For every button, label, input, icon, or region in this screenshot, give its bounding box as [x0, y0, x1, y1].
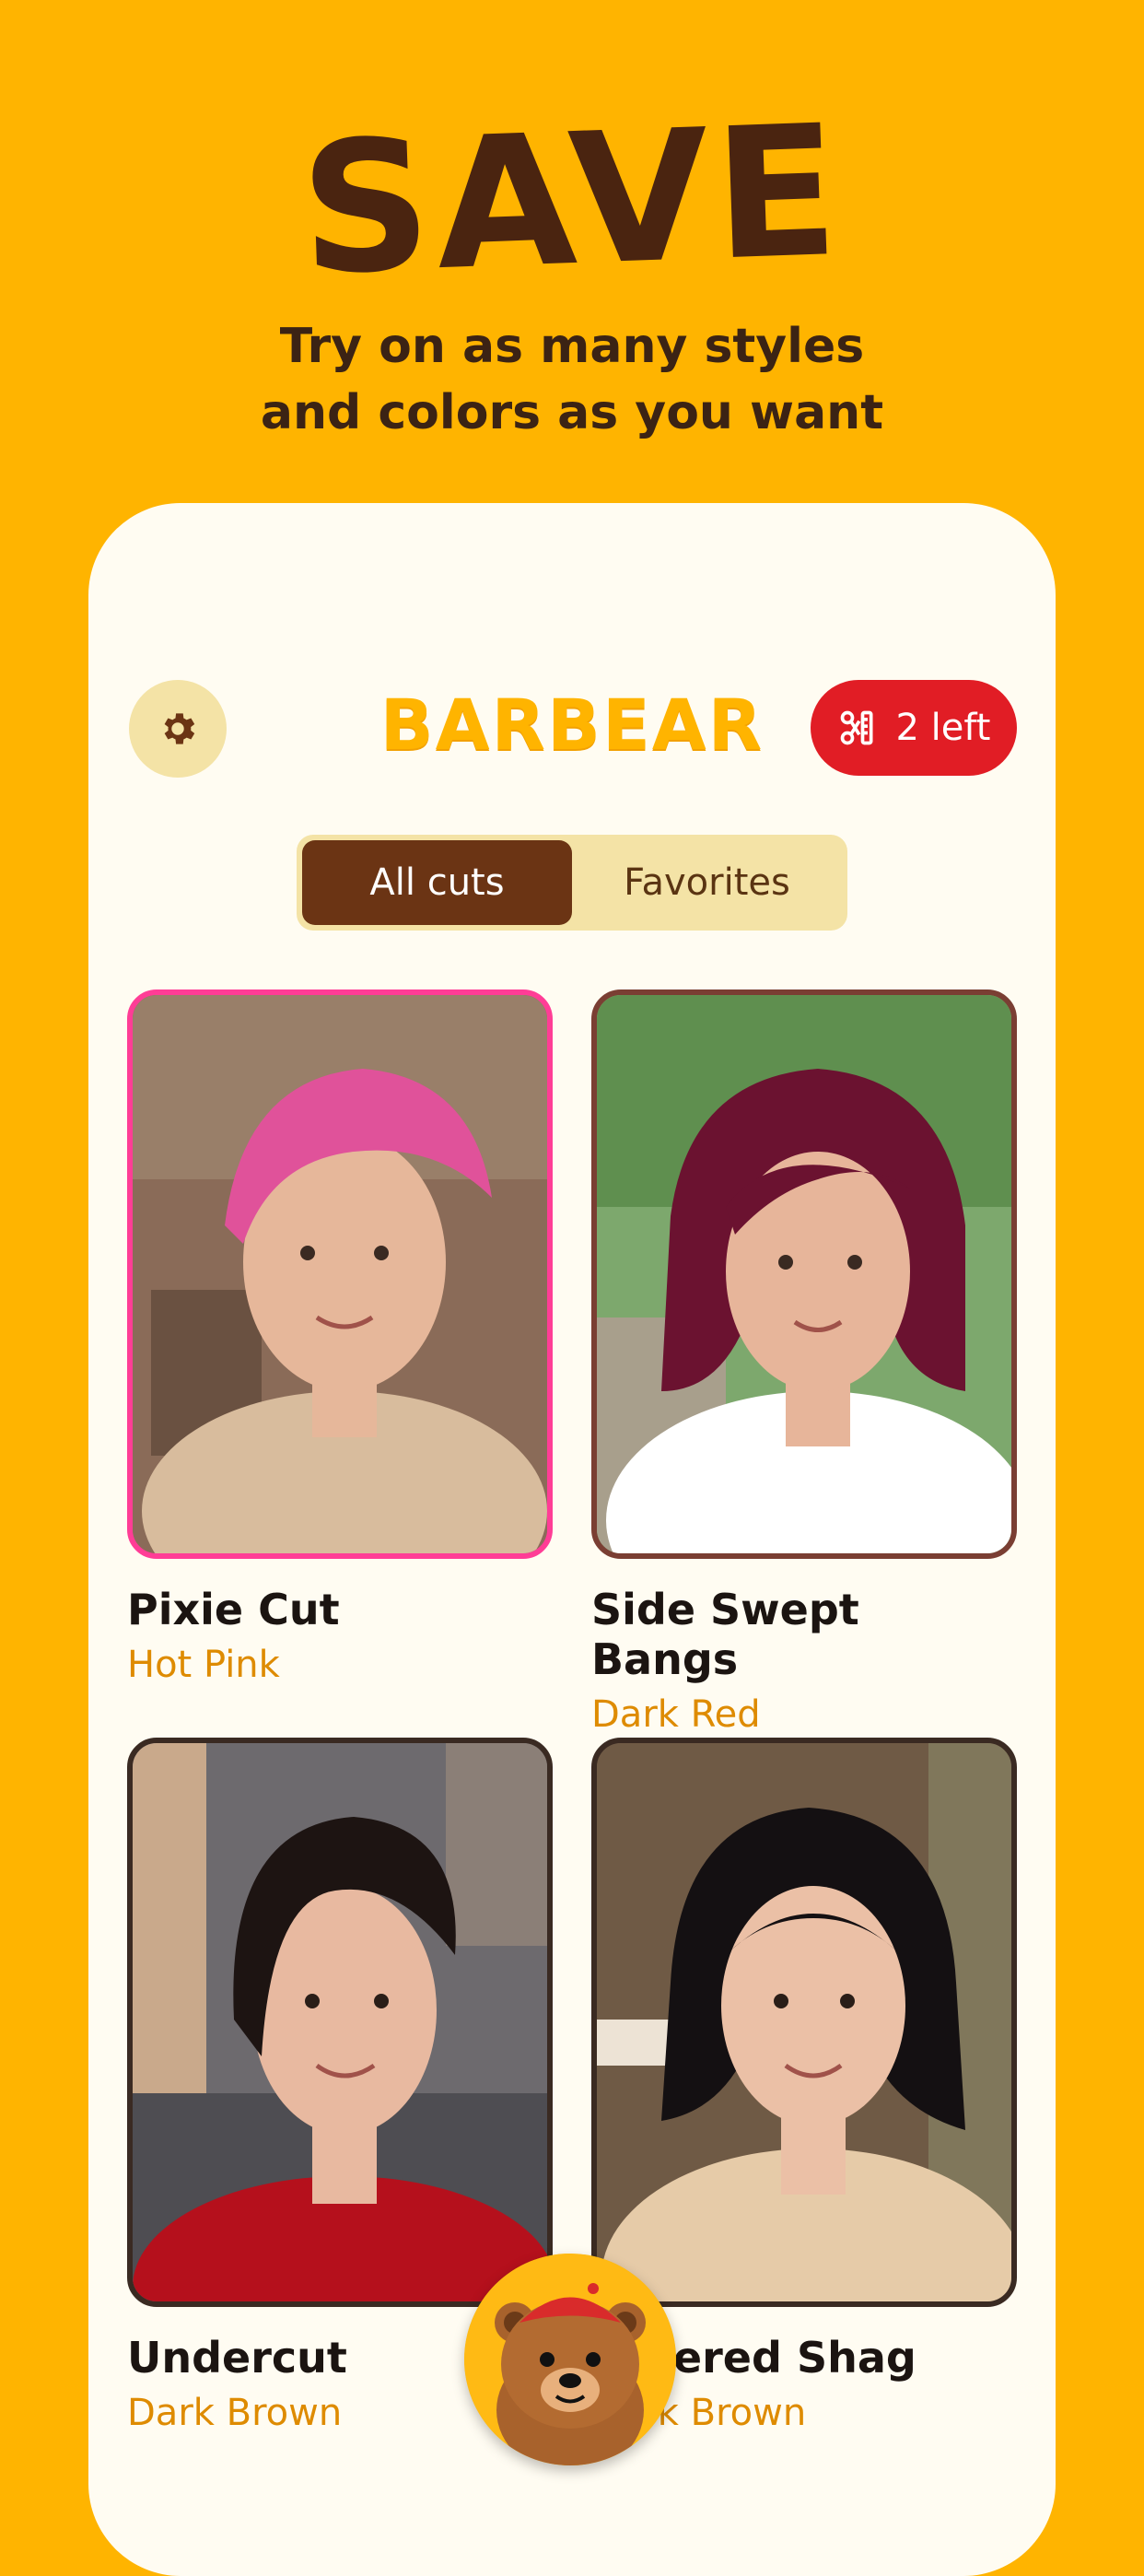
- portrait-image: [133, 1743, 547, 2301]
- style-name: Pixie Cut: [127, 1585, 340, 1634]
- portrait-image: [133, 995, 547, 1553]
- tab-all-cuts[interactable]: All cuts: [302, 840, 572, 925]
- credits-badge[interactable]: 2 left: [811, 680, 1017, 776]
- bear-mascot-icon: [464, 2254, 676, 2465]
- portrait-image: [597, 995, 1011, 1553]
- hero-title: SAVE: [297, 86, 847, 316]
- style-color: Dark Red: [591, 1693, 761, 1736]
- hero-subtitle-line-1: Try on as many styles: [279, 319, 865, 374]
- style-photo: [127, 1738, 553, 2307]
- style-photo: [591, 1738, 1017, 2307]
- style-color: Hot Pink: [127, 1644, 280, 1686]
- style-card[interactable]: Side Swept Bangs Dark Red: [591, 989, 1017, 1736]
- hero-subtitle-line-2: and colors as you want: [260, 385, 884, 440]
- tab-favorites[interactable]: Favorites: [572, 840, 842, 925]
- scissors-comb-icon: [840, 710, 873, 745]
- bear-mascot-button[interactable]: [464, 2254, 676, 2465]
- credits-label: 2 left: [895, 707, 991, 749]
- style-name: Side Swept Bangs: [591, 1585, 859, 1684]
- style-photo: [127, 989, 553, 1559]
- style-photo: [591, 989, 1017, 1559]
- hero-subtitle: Try on as many styles and colors as you …: [0, 313, 1144, 446]
- style-card[interactable]: Pixie Cut Hot Pink: [127, 989, 553, 1686]
- portrait-image: [597, 1743, 1011, 2301]
- filter-segmented-control: All cuts Favorites: [297, 835, 847, 931]
